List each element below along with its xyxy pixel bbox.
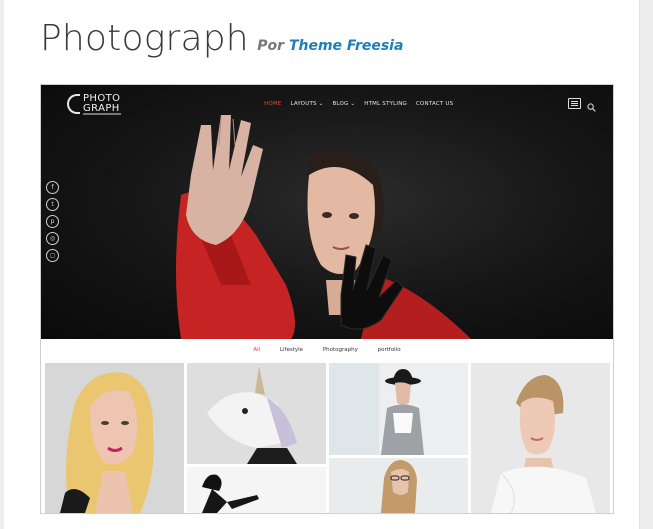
gallery-tile-glasses-woman[interactable] [329, 458, 468, 513]
menu-icon[interactable] [568, 98, 581, 109]
header-tools [568, 98, 596, 112]
nav-html-styling[interactable]: HTML STYLING [364, 101, 407, 107]
nav-blog[interactable]: BLOG ⌄ [332, 101, 355, 107]
byline-prefix: Por [257, 38, 285, 54]
gallery-tile-veil-portrait[interactable] [471, 363, 610, 513]
social-rail: f t p ◎ ◻ [46, 181, 59, 262]
gallery-tile-pose[interactable] [187, 467, 326, 513]
search-icon[interactable] [587, 99, 596, 112]
nav-contact-us[interactable]: CONTACT US [416, 101, 453, 107]
filter-lifestyle[interactable]: Lifestyle [280, 347, 303, 353]
gallery-tile-unicorn-mask[interactable] [187, 363, 326, 464]
site-nav: HOME LAYOUTS ⌄ BLOG ⌄ HTML STYLING CONTA… [264, 101, 453, 107]
gallery-tile-blonde-portrait[interactable] [45, 363, 184, 513]
nav-layouts[interactable]: LAYOUTS ⌄ [291, 101, 324, 107]
nav-home[interactable]: HOME [264, 101, 282, 107]
theme-header: Photograph Por Theme Freesia [40, 18, 403, 59]
gallery-tile-hat-woman[interactable] [329, 363, 468, 455]
dribbble-icon[interactable]: ◎ [46, 232, 59, 245]
instagram-icon[interactable]: ◻ [46, 249, 59, 262]
filter-photography[interactable]: Photography [323, 347, 358, 353]
pinterest-icon[interactable]: p [46, 215, 59, 228]
hero-photo [176, 115, 471, 339]
hero-banner: PHOTO GRAPH HOME LAYOUTS ⌄ BLOG ⌄ HTML S… [41, 85, 613, 339]
theme-screenshot[interactable]: PHOTO GRAPH HOME LAYOUTS ⌄ BLOG ⌄ HTML S… [40, 84, 614, 514]
twitter-icon[interactable]: t [46, 198, 59, 211]
filter-portfolio[interactable]: portfolio [378, 347, 401, 353]
logo-mark-icon [67, 94, 80, 114]
page-scrollbar[interactable] [639, 0, 653, 529]
portfolio-filter-bar: All Lifestyle Photography portfolio [41, 347, 613, 353]
site-logo[interactable]: PHOTO GRAPH [67, 94, 120, 114]
theme-title: Photograph [40, 18, 249, 59]
theme-author-link[interactable]: Theme Freesia [289, 38, 403, 54]
logo-tagline [83, 113, 121, 115]
theme-byline: Por Theme Freesia [257, 38, 403, 54]
page-left-border [0, 0, 4, 529]
filter-all[interactable]: All [253, 347, 260, 353]
facebook-icon[interactable]: f [46, 181, 59, 194]
